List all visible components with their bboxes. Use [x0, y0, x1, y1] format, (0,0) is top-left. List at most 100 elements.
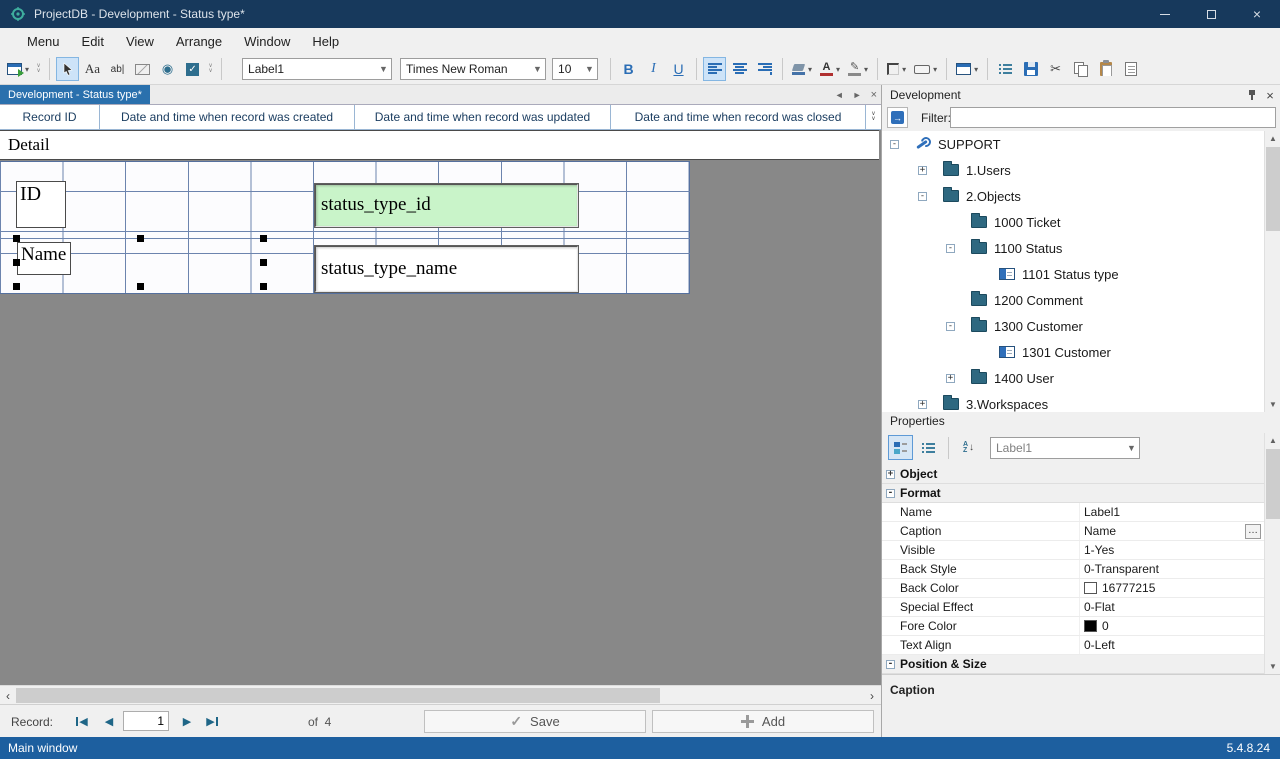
- properties-scrollbar-thumb[interactable]: [1266, 449, 1280, 519]
- scroll-right-icon[interactable]: ›: [864, 686, 880, 705]
- frame-tool-button[interactable]: [131, 57, 154, 81]
- tab-development-status-type[interactable]: Development - Status type*: [0, 85, 150, 104]
- radio-tool-button[interactable]: ◉: [156, 57, 179, 81]
- property-row-special-effect[interactable]: Special Effect 0-Flat: [882, 598, 1280, 617]
- tree-item-1000-ticket[interactable]: 1000 Ticket: [882, 209, 1280, 235]
- paste-button[interactable]: [1094, 57, 1117, 81]
- horizontal-scrollbar-thumb[interactable]: [16, 688, 660, 703]
- form-view-button[interactable]: ▾: [953, 57, 981, 81]
- font-size-combo[interactable]: 10 ▼: [552, 58, 599, 80]
- maximize-button[interactable]: [1188, 0, 1234, 28]
- selection-handle[interactable]: [137, 235, 144, 242]
- id-label-control[interactable]: ID: [16, 181, 66, 228]
- run-form-button[interactable]: ▾: [4, 57, 32, 81]
- column-header-closed[interactable]: Date and time when record was closed: [611, 105, 866, 129]
- collapse-icon[interactable]: -: [890, 139, 899, 149]
- underline-button[interactable]: U: [667, 57, 690, 81]
- pin-icon[interactable]: [1245, 88, 1259, 102]
- tree-item-1300-customer[interactable]: -1300 Customer: [882, 313, 1280, 339]
- expand-icon[interactable]: +: [946, 373, 955, 383]
- toolbar-overflow-icon[interactable]: ∨ ∨: [34, 63, 43, 74]
- next-record-button[interactable]: ▶: [175, 710, 199, 732]
- properties-scrollbar[interactable]: ▲ ▼: [1264, 433, 1280, 674]
- menu-item-menu[interactable]: Menu: [16, 28, 71, 54]
- panel-close-icon[interactable]: ×: [1263, 88, 1277, 103]
- design-grid[interactable]: ID status_type_id Name status_type_name: [0, 161, 690, 294]
- selection-handle[interactable]: [260, 259, 267, 266]
- property-row-back-style[interactable]: Back Style 0-Transparent: [882, 560, 1280, 579]
- label-tool-button[interactable]: Aa: [81, 57, 104, 81]
- border-style-button[interactable]: ▾: [884, 57, 909, 81]
- line-color-button[interactable]: ✎ ▾: [845, 57, 871, 81]
- column-header-created[interactable]: Date and time when record was created: [100, 105, 355, 129]
- save-record-button[interactable]: ✓ Save: [424, 710, 646, 733]
- close-button[interactable]: ×: [1234, 0, 1280, 28]
- menu-item-view[interactable]: View: [115, 28, 165, 54]
- notes-button[interactable]: [1119, 57, 1142, 81]
- scroll-down-icon[interactable]: ▼: [1265, 659, 1280, 674]
- checkbox-tool-button[interactable]: ✓: [181, 57, 204, 81]
- caption-ellipsis-button[interactable]: …: [1245, 524, 1261, 539]
- form-design-surface[interactable]: Detail ID status_type_id Name status_typ…: [0, 130, 881, 685]
- tree-item-users[interactable]: +1.Users: [882, 157, 1280, 183]
- selection-handle[interactable]: [137, 283, 144, 290]
- object-selector-combo[interactable]: Label1 ▼: [242, 58, 393, 80]
- goto-object-button[interactable]: →: [887, 107, 908, 128]
- column-header-updated[interactable]: Date and time when record was updated: [355, 105, 611, 129]
- tree-item-objects[interactable]: -2.Objects: [882, 183, 1280, 209]
- align-left-button[interactable]: [703, 57, 727, 81]
- sort-alphabetical-button[interactable]: A Z ↓: [956, 435, 981, 460]
- status-type-name-field[interactable]: status_type_name: [314, 245, 579, 293]
- minimize-button[interactable]: [1142, 0, 1188, 28]
- toolbar-overflow-icon[interactable]: ∨ ∨: [206, 63, 215, 74]
- menu-item-edit[interactable]: Edit: [71, 28, 115, 54]
- property-row-visible[interactable]: Visible 1-Yes: [882, 541, 1280, 560]
- tree-item-1100-status[interactable]: -1100 Status: [882, 235, 1280, 261]
- align-right-button[interactable]: [753, 57, 776, 81]
- bold-button[interactable]: B: [617, 57, 640, 81]
- tree-item-1200-comment[interactable]: 1200 Comment: [882, 287, 1280, 313]
- filter-input[interactable]: [950, 107, 1276, 128]
- tree-item-1400-user[interactable]: +1400 User: [882, 365, 1280, 391]
- cut-button[interactable]: ✂: [1044, 57, 1067, 81]
- horizontal-scrollbar[interactable]: ‹ ›: [0, 685, 881, 704]
- select-pointer-button[interactable]: [56, 57, 80, 81]
- previous-record-button[interactable]: ◀: [97, 710, 121, 732]
- collapse-icon[interactable]: -: [918, 191, 927, 201]
- field-list-button[interactable]: [994, 57, 1017, 81]
- tree-scrollbar-thumb[interactable]: [1266, 147, 1280, 231]
- name-label-control[interactable]: Name: [17, 242, 71, 275]
- tree-item-workspaces[interactable]: +3.Workspaces: [882, 391, 1280, 412]
- selection-handle[interactable]: [13, 283, 20, 290]
- tab-scroll-left-icon[interactable]: ◄: [835, 90, 844, 100]
- property-row-back-color[interactable]: Back Color 16777215: [882, 579, 1280, 598]
- property-row-caption[interactable]: Caption Name…: [882, 522, 1280, 541]
- detail-band-header[interactable]: Detail: [0, 130, 879, 160]
- menu-item-help[interactable]: Help: [301, 28, 350, 54]
- collapse-icon[interactable]: -: [886, 659, 895, 669]
- tab-close-icon[interactable]: ×: [871, 89, 877, 101]
- tree-item-1301-customer[interactable]: 1301 Customer: [882, 339, 1280, 365]
- copy-button[interactable]: [1069, 57, 1092, 81]
- first-record-button[interactable]: ◀: [70, 710, 94, 732]
- property-category-position-size[interactable]: - Position & Size: [882, 655, 1280, 674]
- expand-icon[interactable]: +: [918, 399, 927, 409]
- expand-icon[interactable]: +: [886, 469, 895, 479]
- categorized-view-button[interactable]: [888, 435, 913, 460]
- tab-scroll-right-icon[interactable]: ►: [853, 90, 862, 100]
- property-row-name[interactable]: Name Label1: [882, 503, 1280, 522]
- list-view-button[interactable]: [916, 435, 941, 460]
- font-color-button[interactable]: A ▾: [817, 57, 843, 81]
- property-row-text-align[interactable]: Text Align 0-Left: [882, 636, 1280, 655]
- selection-handle[interactable]: [13, 235, 20, 242]
- property-row-fore-color[interactable]: Fore Color 0: [882, 617, 1280, 636]
- tree-scrollbar[interactable]: ▲ ▼: [1264, 131, 1280, 412]
- menu-item-arrange[interactable]: Arrange: [165, 28, 233, 54]
- status-type-id-field[interactable]: status_type_id: [314, 183, 579, 228]
- scroll-down-icon[interactable]: ▼: [1265, 397, 1280, 412]
- header-overflow-button[interactable]: ∨ ∨: [866, 105, 881, 129]
- tree-item-1101-status-type[interactable]: 1101 Status type: [882, 261, 1280, 287]
- align-center-button[interactable]: [728, 57, 751, 81]
- last-record-button[interactable]: ▶: [200, 710, 224, 732]
- tree-item-support[interactable]: - SUPPORT: [882, 131, 1280, 157]
